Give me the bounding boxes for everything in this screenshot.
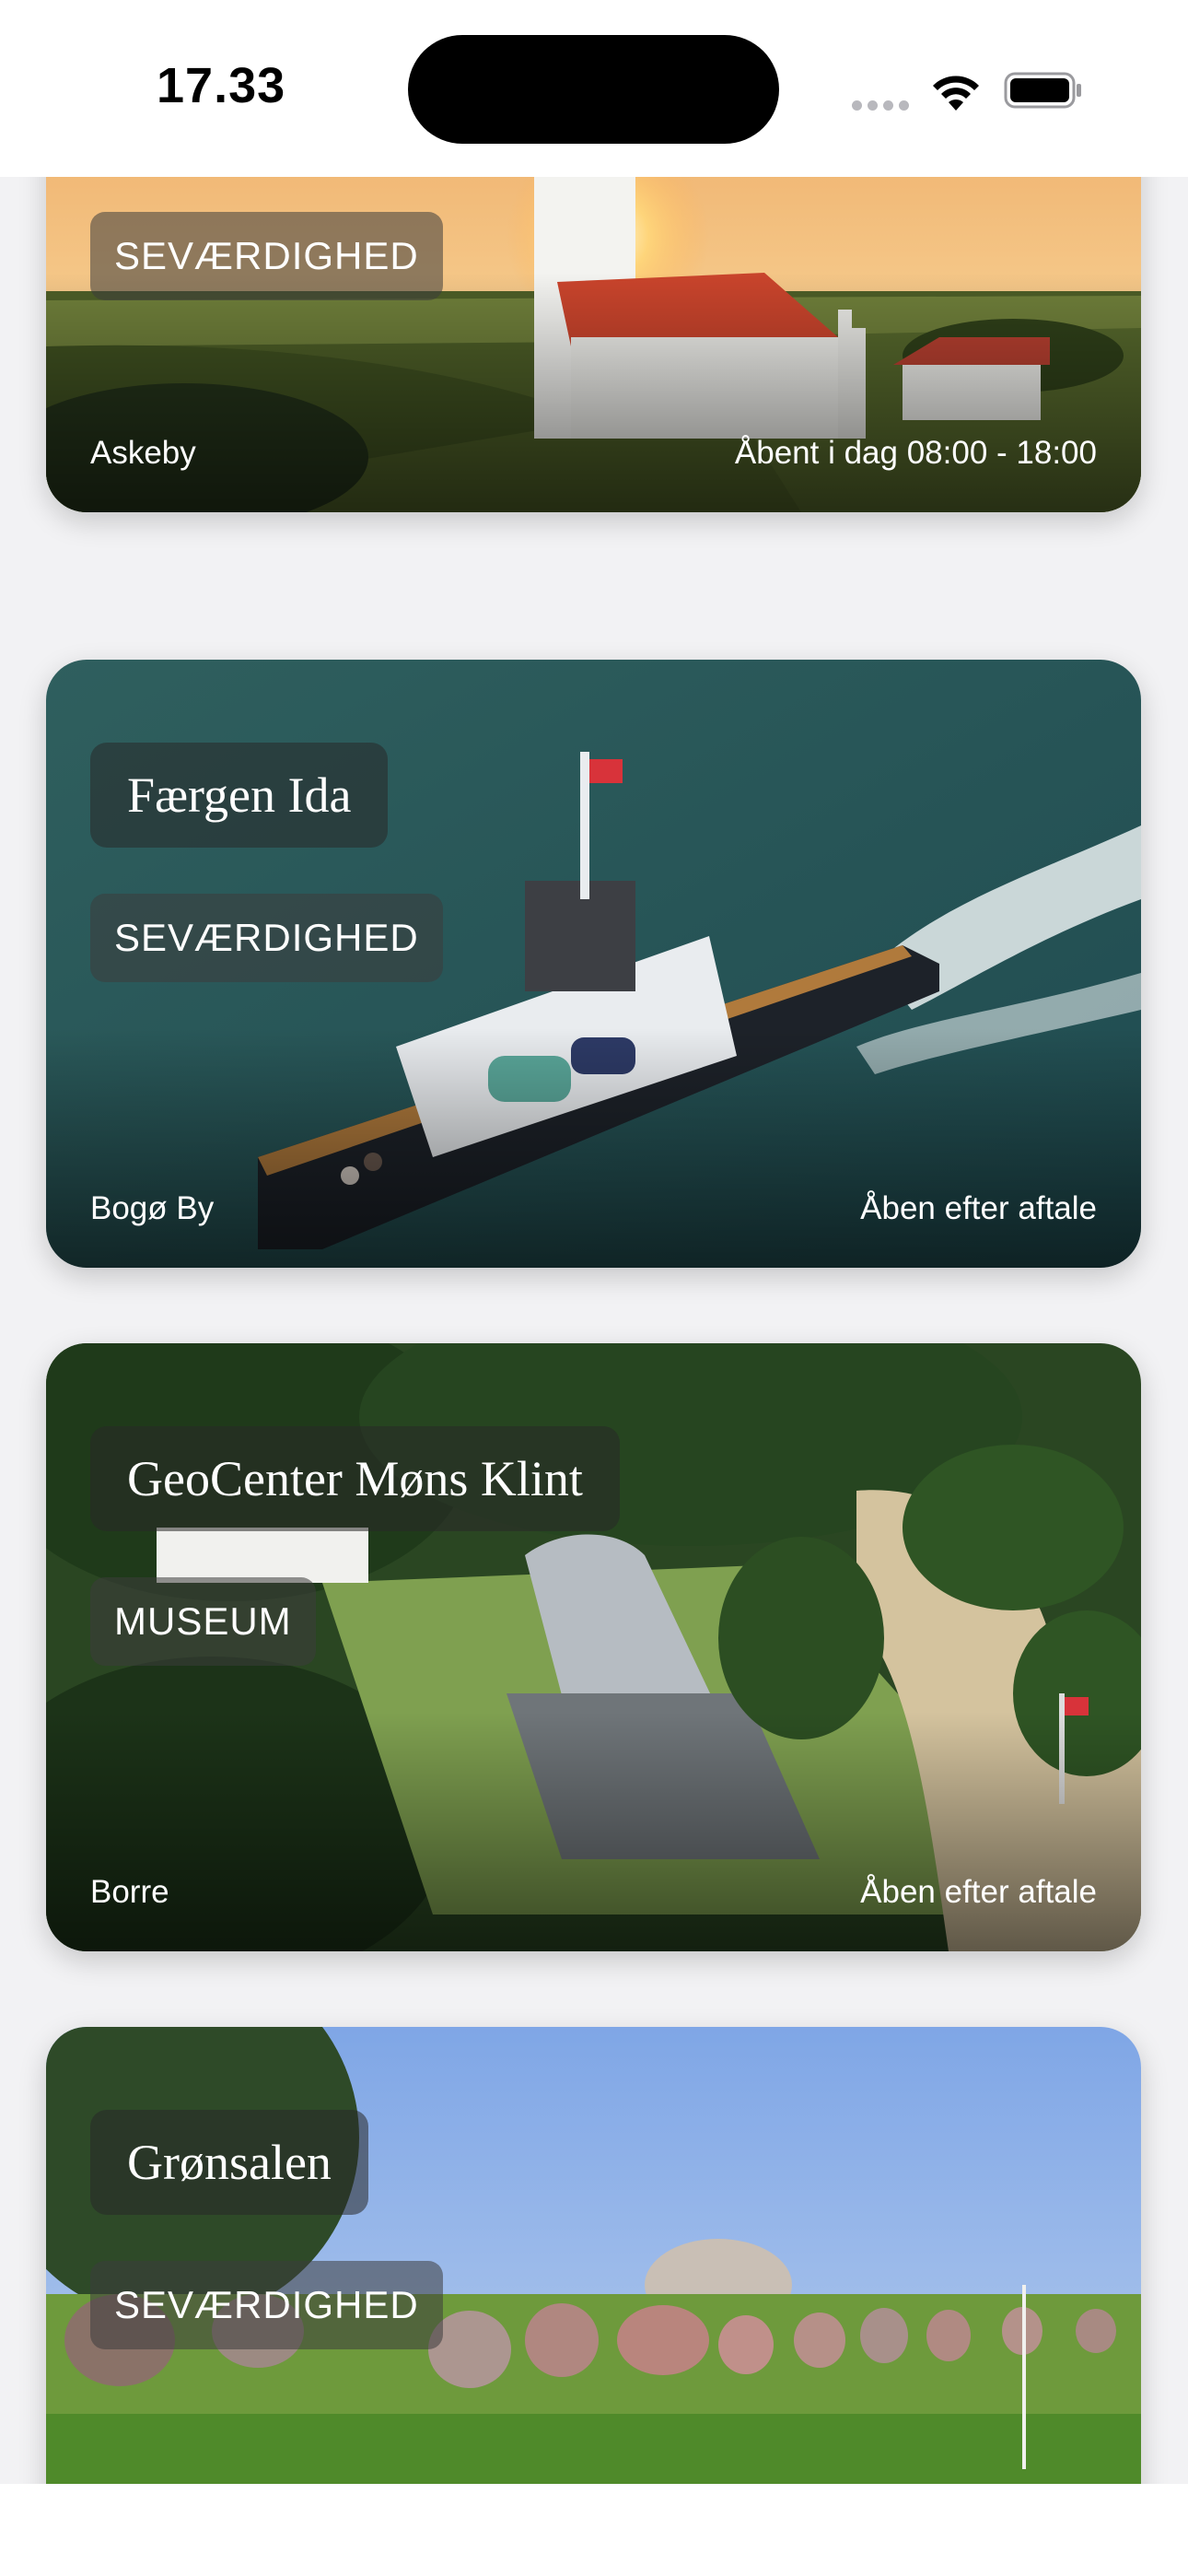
opening-hours-label: Åben efter aftale <box>860 1874 1097 1910</box>
wifi-icon <box>933 76 979 111</box>
attractions-feed[interactable]: SEVÆRDIGHED Askeby Åbent i dag 08:00 - 1… <box>0 0 1188 2484</box>
attraction-title: Færgen Ida <box>90 743 389 848</box>
attraction-card-geocenter[interactable]: GeoCenter Møns Klint MUSEUM Borre Åben e… <box>46 1343 1141 1951</box>
image-gradient-overlay <box>46 273 1141 512</box>
status-bar: 17.33 <box>0 0 1188 177</box>
image-gradient-overlay <box>46 1712 1141 1951</box>
category-badge: SEVÆRDIGHED <box>90 2261 443 2349</box>
dynamic-island <box>408 35 779 144</box>
status-time: 17.33 <box>157 58 286 113</box>
attraction-title: Grønsalen <box>90 2110 368 2215</box>
category-badge: SEVÆRDIGHED <box>90 894 443 982</box>
image-gradient-overlay <box>46 1028 1141 1268</box>
location-label: Borre <box>90 1874 169 1910</box>
category-badge: SEVÆRDIGHED <box>90 212 443 300</box>
category-badge: MUSEUM <box>90 1577 316 1666</box>
location-label: Bogø By <box>90 1190 215 1226</box>
attraction-card-faergen-ida[interactable]: Færgen Ida SEVÆRDIGHED Bogø By Åben efte… <box>46 660 1141 1268</box>
attraction-card-gronsalen[interactable]: Grønsalen SEVÆRDIGHED <box>46 2027 1141 2484</box>
opening-hours-label: Åben efter aftale <box>860 1190 1097 1226</box>
attraction-title: GeoCenter Møns Klint <box>90 1426 620 1531</box>
cellular-signal-icon <box>852 97 914 114</box>
card-image <box>46 2027 1141 2484</box>
home-indicator-area <box>0 2484 1188 2576</box>
opening-hours-label: Åbent i dag 08:00 - 18:00 <box>734 435 1097 471</box>
battery-icon <box>1004 72 1081 109</box>
location-label: Askeby <box>90 435 196 471</box>
